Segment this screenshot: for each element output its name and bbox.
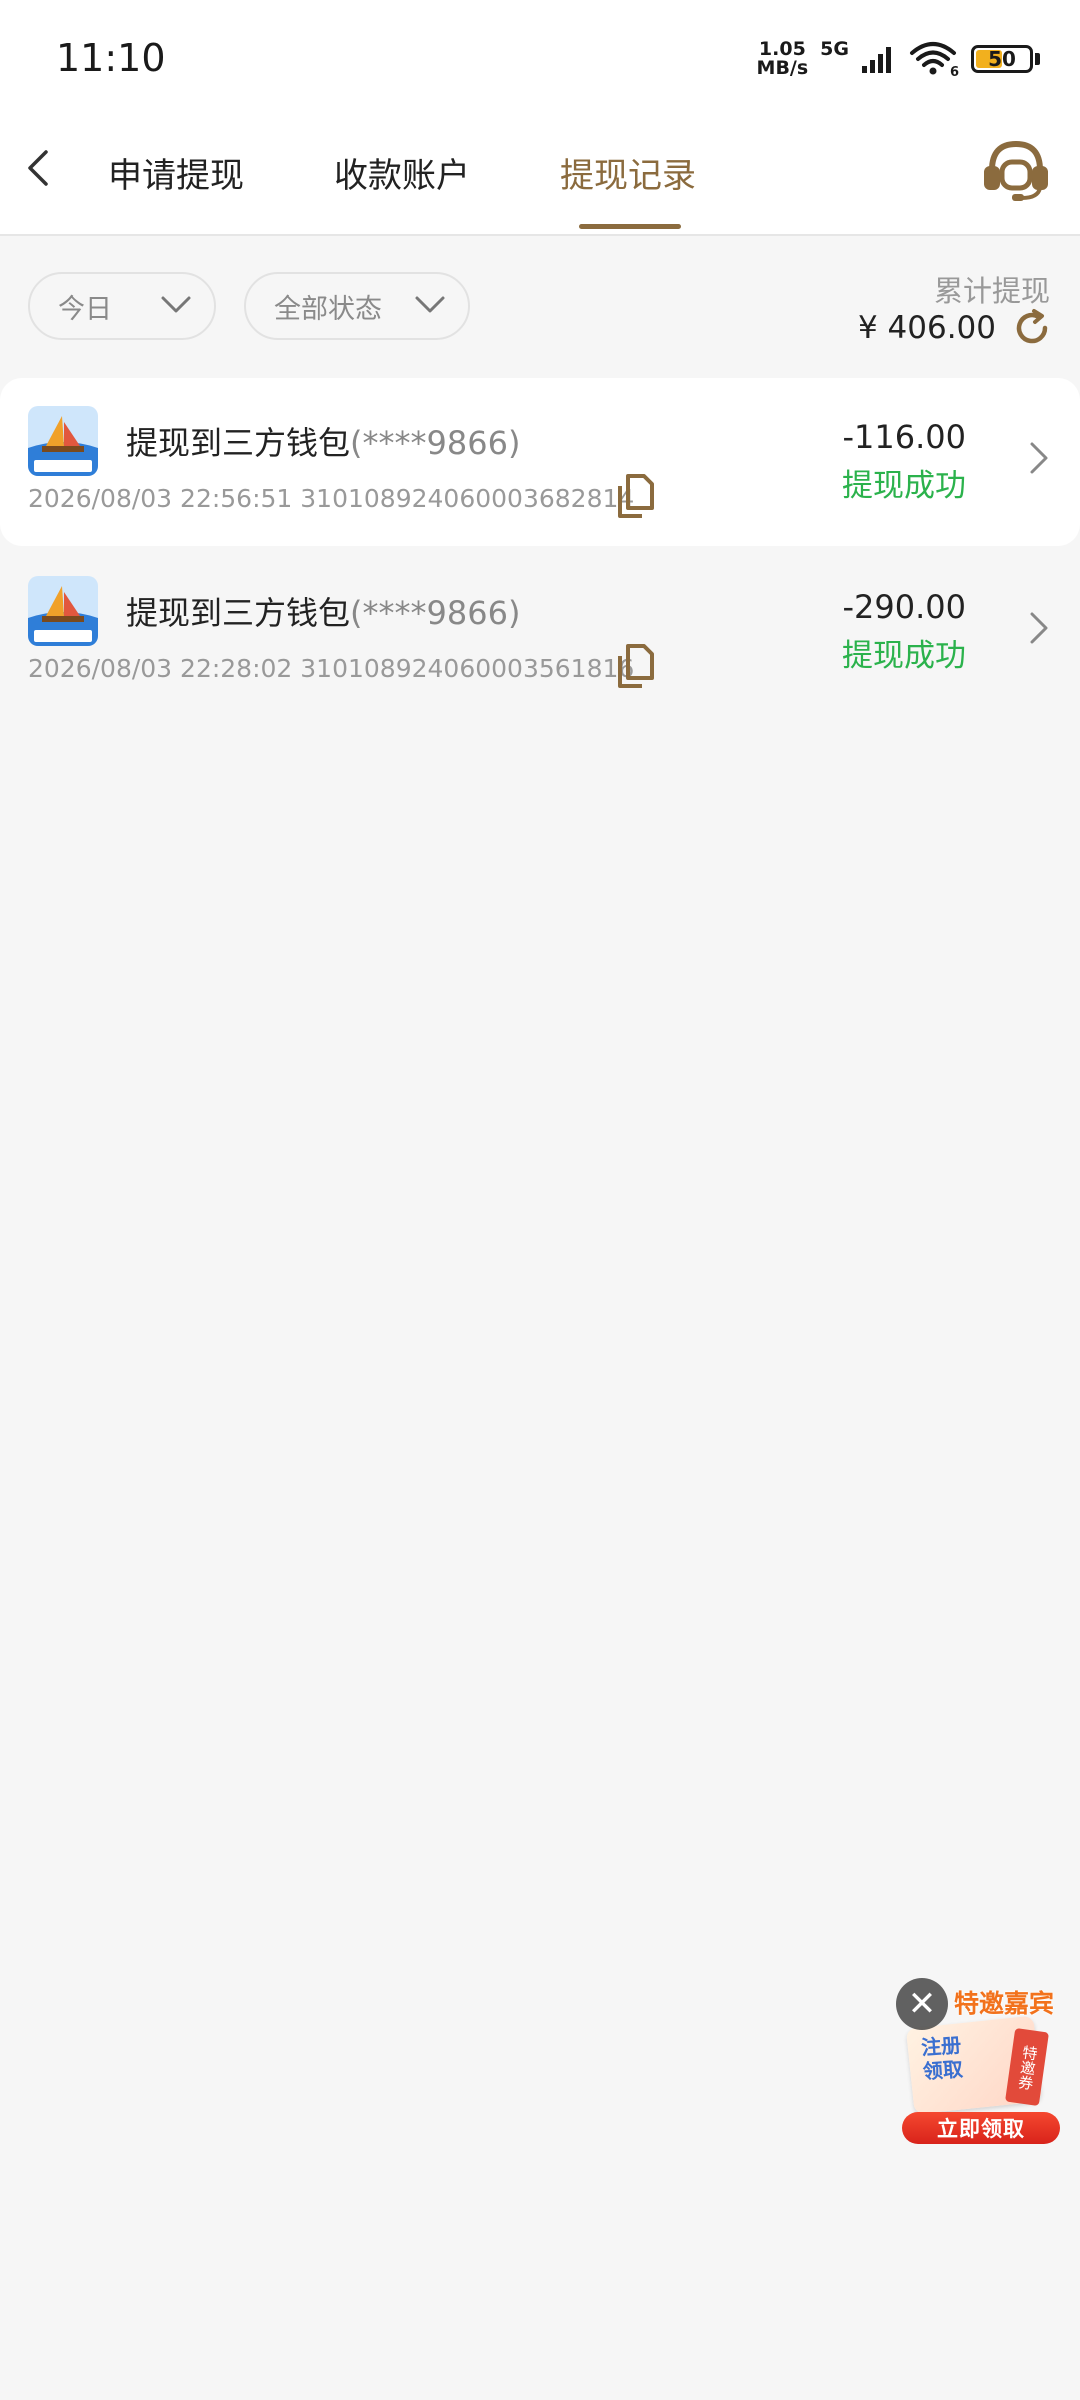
record-amount: -290.00: [842, 588, 966, 626]
total-withdrawn-label: 累计提现: [933, 274, 1050, 308]
wifi-badge: 6: [950, 65, 959, 77]
record-meta: 2026/08/03 22:28:02 31010892406000356181…: [28, 654, 634, 683]
status-bar: 11:10 1.05 MB/s 5G 6 50: [0, 0, 1080, 110]
record-account-masked: (****9866): [350, 424, 521, 462]
status-icons: 1.05 MB/s 5G 6 50: [757, 34, 1040, 84]
record-amount: -116.00: [842, 418, 966, 456]
record-status: 提现成功: [842, 638, 966, 674]
status-filter-value: 全部状态: [274, 293, 382, 325]
withdraw-record-row[interactable]: 提现到三方钱包(****9866) 2026/08/03 22:28:02 31…: [0, 548, 1080, 716]
promo-claim-button[interactable]: 立即领取: [902, 2112, 1060, 2144]
floating-promo-widget[interactable]: 特邀嘉宾 注册领取 特邀券 立即领取 ✕: [892, 1974, 1062, 2146]
wallet-app-logo: [28, 406, 98, 476]
top-nav: 申请提现 收款账户 提现记录: [0, 110, 1080, 236]
record-title-text: 提现到三方钱包: [126, 594, 351, 632]
battery-icon: 50: [971, 45, 1033, 73]
withdrawal-records-screen: 11:10 1.05 MB/s 5G 6 50 申请提现 收款账户 提现记录 今…: [0, 0, 1080, 2400]
chevron-right-icon: [1030, 612, 1048, 644]
record-meta: 2026/08/03 22:56:51 3101089240600036828​…: [28, 484, 634, 513]
chevron-right-icon: [1030, 442, 1048, 474]
network-speed-unit: MB/s: [756, 57, 809, 79]
date-filter-dropdown[interactable]: 今日: [28, 272, 216, 340]
tab-withdraw-records[interactable]: 提现记录: [560, 148, 696, 197]
withdraw-record-row[interactable]: 提现到三方钱包(****9866) 2026/08/03 22:56:51 31…: [0, 378, 1080, 546]
promo-title: 特邀嘉宾: [954, 1989, 1055, 2018]
back-arrow-icon[interactable]: [18, 146, 62, 190]
record-order-number: 3101089240600036828​14: [300, 484, 635, 513]
record-title: 提现到三方钱包(****9866): [126, 588, 520, 634]
refresh-icon[interactable]: [1012, 308, 1052, 348]
record-status: 提现成功: [842, 468, 966, 504]
copy-icon[interactable]: [616, 474, 654, 518]
battery-tip: [1035, 53, 1040, 65]
chevron-down-icon: [161, 296, 191, 313]
record-order-number: 310108924060003561816: [300, 654, 635, 683]
record-title-text: 提现到三方钱包: [126, 424, 351, 462]
total-withdrawn-amount: ¥ 406.00: [857, 310, 996, 346]
date-filter-value: 今日: [58, 293, 112, 325]
battery-percent: 50: [988, 47, 1016, 71]
network-speed: 1.05 MB/s: [757, 40, 809, 78]
status-filter-dropdown[interactable]: 全部状态: [244, 272, 470, 340]
customer-service-icon[interactable]: [980, 136, 1052, 202]
chevron-down-icon: [415, 296, 445, 313]
record-datetime: 2026/08/03 22:28:02: [28, 654, 293, 683]
record-title: 提现到三方钱包(****9866): [126, 418, 520, 464]
wallet-app-logo: [28, 576, 98, 646]
tab-apply-withdraw[interactable]: 申请提现: [108, 148, 244, 197]
active-tab-indicator: [579, 224, 681, 229]
status-time: 11:10: [56, 36, 166, 80]
close-icon[interactable]: ✕: [896, 1978, 948, 2030]
signal-icon: [862, 47, 891, 73]
network-type: 5G: [820, 38, 849, 60]
promo-card-text: 注册领取: [920, 2032, 964, 2084]
wifi-icon: 6: [910, 42, 959, 77]
tab-receiving-account[interactable]: 收款账户: [334, 148, 470, 197]
record-datetime: 2026/08/03 22:56:51: [28, 484, 293, 513]
copy-icon[interactable]: [616, 644, 654, 688]
record-account-masked: (****9866): [350, 594, 521, 632]
